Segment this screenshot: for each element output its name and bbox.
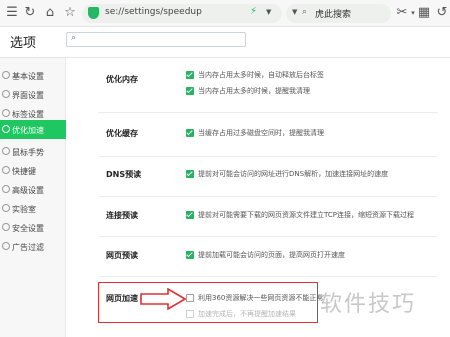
sidebar-item-speedup[interactable]: 优化加速	[0, 120, 66, 139]
section-divider	[98, 276, 438, 277]
page-title: 选项	[10, 36, 37, 51]
section-memory: 优化内存 当内存占用太多时候，自动释放后台标签 当内存占用太多的时候，提醒我清理	[98, 66, 438, 106]
section-page-prefetch: 网页预读 提前加载可能会访问的页面，提高网页打开速度	[98, 240, 438, 270]
shield-icon	[2, 223, 10, 231]
sidebar-item-interface[interactable]: 界面设置	[0, 85, 66, 104]
search-box[interactable]: ▼ ⌕ 虎此搜索	[286, 4, 391, 23]
browser-menu-icon[interactable]: ☰	[4, 5, 20, 21]
settings-search-input[interactable]: ⌕	[66, 32, 246, 47]
sidebar-item-label: 安全设置	[12, 224, 44, 233]
sidebar-item-lab[interactable]: 实验室	[0, 199, 66, 218]
address-bar[interactable]: se://settings/speedup ⚡ ▼	[82, 4, 282, 23]
right-arrow-icon	[140, 288, 186, 310]
sidebar-item-mouse-gesture[interactable]: 鼠标手势	[0, 142, 66, 161]
reload-icon[interactable]: ↻	[22, 5, 38, 21]
section-divider	[98, 236, 438, 237]
checkbox[interactable]	[186, 87, 194, 95]
checkbox[interactable]	[186, 211, 194, 219]
section-title: 优化缓存	[106, 129, 138, 138]
tabs-icon	[2, 109, 10, 117]
sidebar-item-basic[interactable]: 基本设置	[0, 66, 66, 85]
chevron-down-icon[interactable]: ▼	[266, 8, 271, 16]
search-icon: ⌕	[71, 33, 77, 43]
option-label: 当内存占用太多时候，自动释放后台标签	[198, 71, 324, 79]
home-icon[interactable]: ⌂	[42, 5, 58, 21]
section-dns-prefetch: DNS预读 提前对可能会访问的网址进行DNS解析，加速连接网址的速度	[98, 160, 438, 190]
section-divider	[98, 156, 438, 157]
checkbox[interactable]	[186, 129, 194, 137]
advanced-icon	[2, 185, 10, 193]
sidebar-item-label: 快捷键	[12, 167, 36, 176]
sidebar-item-label: 广告过滤	[12, 243, 44, 252]
security-shield-icon	[88, 7, 99, 19]
favorite-star-icon[interactable]: ☆	[62, 5, 78, 21]
sidebar-item-label: 高级设置	[12, 186, 44, 195]
search-icon: ⌕	[302, 7, 308, 17]
option-label: 提前对可能会访问的网址进行DNS解析，加速连接网址的速度	[198, 170, 389, 178]
settings-sidebar: 基本设置 界面设置 标签设置 优化加速 鼠标手势 快捷键 高级设置 实验室 安全…	[0, 58, 66, 337]
section-title: DNS预读	[106, 170, 142, 179]
mouse-gesture-icon	[2, 147, 10, 155]
section-divider	[98, 112, 438, 113]
sidebar-item-label: 优化加速	[12, 126, 44, 135]
sidebar-item-label: 鼠标手势	[12, 148, 44, 157]
section-cache: 优化缓存 当缓存占用过多磁盘空间时，提醒我清理	[98, 118, 438, 148]
option-label: 提前对可能需要下载的网页资源文件建立TCP连接，缩短资源下载过程	[198, 211, 414, 219]
section-divider	[98, 196, 438, 197]
option-label: 提前加载可能会访问的页面，提高网页打开速度	[198, 251, 345, 259]
highlight-annotation-box	[98, 282, 318, 323]
search-input[interactable]: 虎此搜索	[315, 7, 351, 20]
section-title: 连接预读	[106, 211, 138, 220]
option-label: 当缓存占用过多磁盘空间时，提醒我清理	[198, 129, 324, 137]
adblock-icon	[2, 242, 10, 250]
sidebar-item-label: 实验室	[12, 205, 36, 214]
sidebar-item-label: 界面设置	[12, 91, 44, 100]
keyboard-icon	[2, 166, 10, 174]
sidebar-item-label: 标签设置	[12, 110, 44, 119]
chevron-down-icon[interactable]: ▼	[292, 8, 297, 16]
checkbox[interactable]	[186, 170, 194, 178]
checkbox[interactable]	[186, 251, 194, 259]
sidebar-item-label: 基本设置	[12, 72, 44, 81]
interface-icon	[2, 90, 10, 98]
option-label: 当内存占用太多的时候，提醒我清理	[198, 87, 310, 95]
sidebar-item-advanced[interactable]: 高级设置	[0, 180, 66, 199]
section-title: 优化内存	[106, 75, 138, 84]
browser-toolbar: ☰ ↻ ⌂ ☆ se://settings/speedup ⚡ ▼ ▼ ⌕ 虎此…	[0, 0, 450, 27]
speed-mode-icon[interactable]: ⚡	[250, 6, 257, 17]
speedup-icon	[2, 125, 10, 133]
header-divider	[0, 57, 450, 58]
address-url[interactable]: se://settings/speedup	[105, 7, 202, 17]
sidebar-item-security[interactable]: 安全设置	[0, 218, 66, 237]
sidebar-item-shortcuts[interactable]: 快捷键	[0, 161, 66, 180]
undo-icon[interactable]: ↺	[434, 5, 450, 21]
checkbox[interactable]	[186, 71, 194, 79]
lab-flask-icon	[2, 204, 10, 212]
section-connection-prefetch: 连接预读 提前对可能需要下载的网页资源文件建立TCP连接，缩短资源下载过程	[98, 200, 438, 230]
watermark-text: 软件技巧	[320, 292, 417, 317]
section-title: 网页预读	[106, 251, 138, 260]
sidebar-item-adblock[interactable]: 广告过滤	[0, 237, 66, 256]
apps-grid-icon[interactable]: ▦	[416, 5, 432, 21]
basic-settings-icon	[2, 71, 10, 79]
